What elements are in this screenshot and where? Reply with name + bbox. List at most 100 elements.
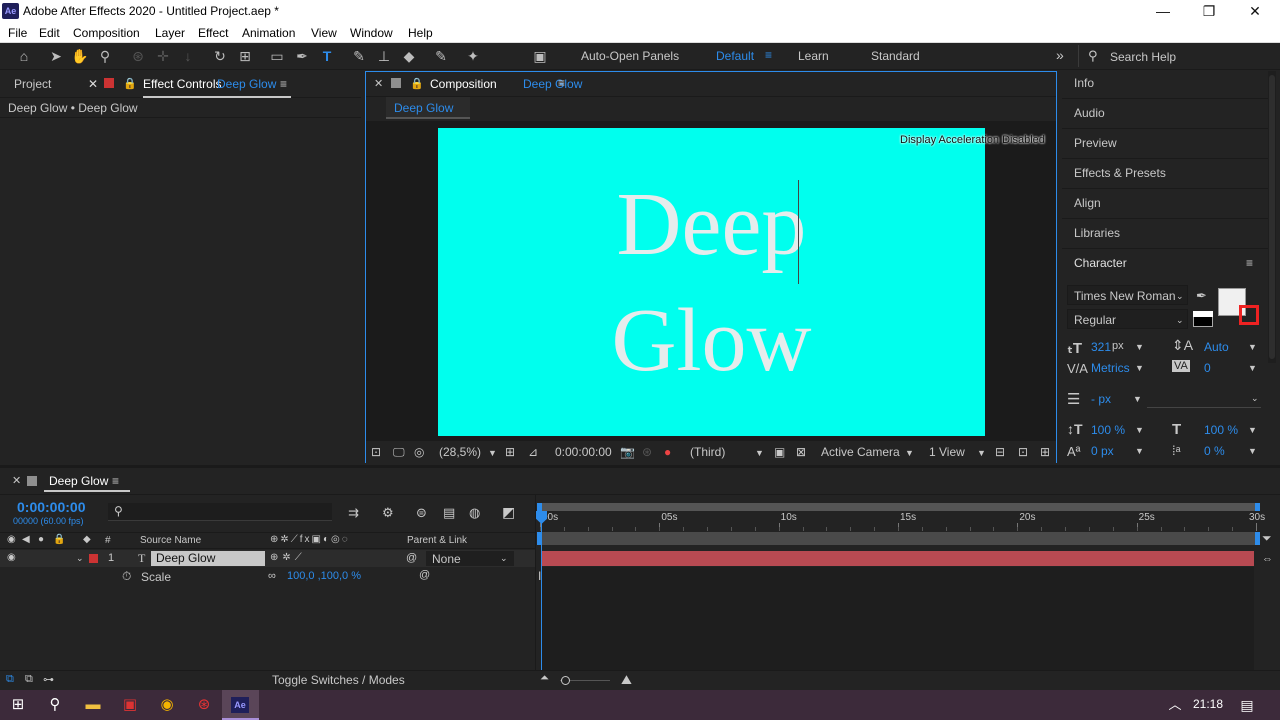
toggle-pixel-aspect-icon[interactable]: ⊟ [995,445,1005,459]
eraser-tool-icon[interactable]: ◆ [399,47,419,66]
chevron-down-icon[interactable]: ▼ [1135,342,1144,352]
dolly-tool-icon[interactable]: ↓ [178,47,198,66]
scrollbar-thumb[interactable] [1269,75,1275,359]
tab-composition[interactable]: Composition [430,77,497,91]
stroke-color-swatch[interactable] [1239,305,1259,325]
shy-layers-icon[interactable]: ⊜ [416,505,427,521]
panel-menu-icon[interactable]: ≡ [280,77,287,91]
scale-value[interactable]: 100,0 ,100,0 % [287,570,361,582]
lock-icon[interactable]: 🔒 [123,77,137,90]
comp-flowchart-icon[interactable]: ⊞ [1040,445,1050,459]
layer-label-color[interactable] [89,554,98,563]
roto-brush-icon[interactable]: ✎ [431,47,451,66]
stroke-style-dropdown[interactable]: ⌄ [1147,390,1261,408]
menu-window[interactable]: Window [350,26,393,40]
vertical-scale-value[interactable]: 100 % [1091,423,1125,437]
close-project-icon[interactable]: ✕ [88,77,98,91]
zoom-out-icon[interactable]: ⏶ [540,672,549,685]
font-style-dropdown[interactable]: Regular ⌄ [1067,309,1188,329]
kerning-value[interactable]: Metrics [1091,361,1130,375]
panel-info[interactable]: Info [1074,76,1094,90]
zoom-dropdown[interactable]: (28,5%) [439,445,481,459]
parent-dropdown[interactable]: None ⌄ [426,551,514,566]
mask-icon[interactable]: ◎ [414,445,424,459]
tab-composition-target[interactable]: Deep Glow [523,77,582,91]
layer-marker-icon[interactable]: ⇔ [1262,553,1273,565]
zoom-in-icon[interactable]: ⛰ [621,672,632,688]
baseline-shift-value[interactable]: 0 px [1091,444,1114,458]
layer-switches[interactable]: ⊕✲⟋ [270,552,306,563]
chevron-down-icon[interactable]: ▼ [1133,394,1142,404]
export-frame-icon[interactable]: ⊡ [1018,445,1028,459]
label-tag-icon[interactable]: ◆ [83,534,91,545]
search-help-input[interactable]: Search Help [1110,50,1176,64]
panels-icon[interactable]: ▣ [530,47,550,66]
notifications-icon[interactable]: ▤ [1236,695,1258,715]
tray-chevron-up-icon[interactable]: ︿ [1164,695,1186,715]
close-comp-icon[interactable]: ✕ [374,77,383,90]
comp-mini-flowchart-icon[interactable]: ⇉ [348,505,359,521]
workspace-default[interactable]: Default [716,49,754,63]
tracking-value[interactable]: 0 [1204,361,1211,375]
puppet-pin-icon[interactable]: ✦ [463,47,483,66]
close-timeline-icon[interactable]: ✕ [12,474,21,487]
comp-marker-bin-icon[interactable]: ⏷ [1262,531,1272,546]
view-layout-dropdown[interactable]: 1 View [929,445,965,459]
menu-layer[interactable]: Layer [155,26,185,40]
timeline-timecode[interactable]: 0:00:00:00 [17,499,86,515]
panel-libraries[interactable]: Libraries [1074,226,1120,240]
chrome-icon[interactable]: ◉ [156,695,178,715]
parent-link-column[interactable]: Parent & Link [407,535,467,546]
character-menu-icon[interactable]: ≡ [1246,256,1253,270]
channel-icon[interactable]: ● [664,445,671,459]
horizontal-scale-value[interactable]: 100 % [1204,423,1238,437]
tab-effect-controls[interactable]: Effect Controls [143,77,221,91]
menu-effect[interactable]: Effect [198,26,228,40]
comp-menu-icon[interactable]: ≡ [558,76,565,90]
hand-tool-icon[interactable]: ✋ [70,47,90,66]
rectangle-tool-icon[interactable]: ▭ [267,47,287,66]
pan-tool-icon[interactable]: ✛ [153,47,173,66]
taskbar-clock[interactable]: 21:18 [1193,697,1223,711]
close-button[interactable]: ✕ [1232,2,1278,22]
font-size-value[interactable]: 321 [1091,340,1111,354]
pen-tool-icon[interactable]: ✒ [292,47,312,66]
show-snapshot-icon[interactable]: ⊛ [642,445,652,459]
panel-preview[interactable]: Preview [1074,136,1117,150]
type-tool-icon[interactable]: T [317,47,337,66]
tab-effect-controls-target[interactable]: Deep Glow [217,77,276,91]
leading-value[interactable]: Auto [1204,340,1229,354]
home-icon[interactable]: ⌂ [14,47,34,66]
pickwhip-icon[interactable]: @ [406,552,417,564]
chevron-down-icon[interactable]: ▼ [1248,342,1257,352]
brush-tool-icon[interactable]: ✎ [349,47,369,66]
draft-3d-icon[interactable]: ⚙ [382,505,394,521]
graph-editor-icon[interactable]: ◩ [502,504,515,521]
file-explorer-icon[interactable]: ▬ [82,695,104,715]
clone-stamp-icon[interactable]: ⊥ [374,47,394,66]
toggle-switches-modes[interactable]: Toggle Switches / Modes [272,673,405,687]
selection-tool-icon[interactable]: ➤ [46,47,66,66]
menu-file[interactable]: File [8,26,27,40]
playhead-line[interactable] [541,511,542,671]
minimize-button[interactable]: — [1140,2,1186,22]
chevron-down-icon[interactable]: ▼ [1135,446,1144,456]
audio-switch-icon[interactable]: ◀ [22,534,30,545]
visibility-eye-icon[interactable]: ◉ [7,552,16,563]
menu-edit[interactable]: Edit [39,26,60,40]
timeline-tab[interactable]: Deep Glow [49,474,108,488]
constrain-proportions-icon[interactable]: ∞ [268,570,276,582]
snapshot-icon[interactable]: 📷 [620,445,635,459]
transparency-grid-icon[interactable]: ⊠ [796,445,806,459]
tsume-value[interactable]: 0 % [1204,444,1225,458]
tab-project[interactable]: Project [14,77,51,91]
menu-composition[interactable]: Composition [73,26,140,40]
menu-view[interactable]: View [311,26,337,40]
panel-audio[interactable]: Audio [1074,106,1105,120]
chevron-down-icon[interactable]: ▼ [1248,363,1257,373]
time-ruler[interactable]: 00s 05s 10s 15s 20s 25s 30s [537,511,1265,531]
comp-timecode[interactable]: 0:00:00:00 [555,445,612,459]
timeline-search-input[interactable]: ⚲ [108,503,332,521]
workspace-standard[interactable]: Standard [871,49,920,63]
layer-switches-toggle-icon[interactable]: ⧉ [6,673,14,686]
